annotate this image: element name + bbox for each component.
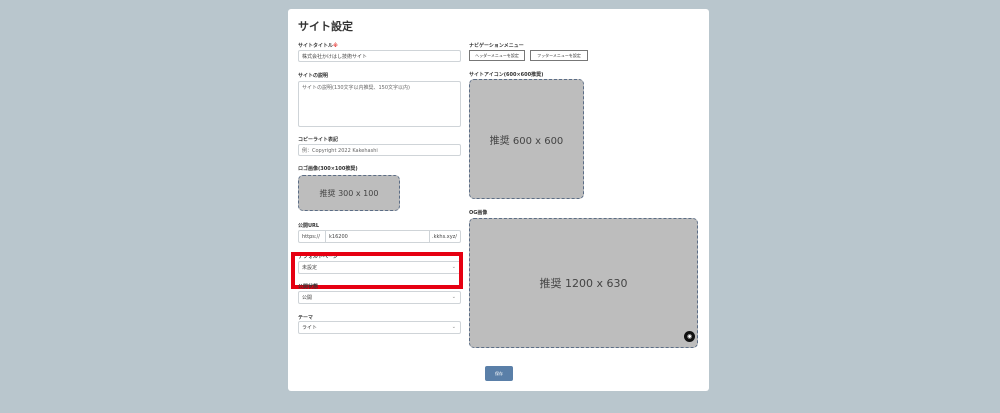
page-title: サイト設定 — [298, 20, 353, 33]
status-label: 公開状態 — [298, 284, 319, 290]
public-url-group: https:// k16200 .kkhs.xyz/ — [298, 230, 461, 243]
required-mark: ※ — [333, 43, 338, 49]
copyright-label: コピーライト表記 — [298, 137, 339, 143]
url-divider — [429, 231, 430, 242]
site-icon-label: サイトアイコン(600×600推奨) — [469, 72, 544, 78]
copyright-input[interactable]: 例：Copyright 2022 Kakehashi — [298, 144, 461, 156]
og-image-label: OG画像 — [469, 210, 488, 216]
theme-label: テーマ — [298, 315, 314, 321]
header-menu-button[interactable]: ヘッダーメニューを設定 — [469, 50, 525, 61]
camera-icon[interactable]: ◉ — [684, 331, 695, 342]
status-select[interactable]: 公開 ⌄ — [298, 291, 461, 304]
url-subdomain-input[interactable]: k16200 — [329, 234, 348, 240]
save-button[interactable]: 保存 — [485, 366, 513, 381]
theme-select[interactable]: ライト ⌄ — [298, 321, 461, 334]
chevron-down-icon: ⌄ — [451, 324, 456, 330]
description-label: サイトの説明 — [298, 73, 329, 79]
url-suffix: .kkhs.xyz/ — [432, 234, 457, 240]
logo-label: ロゴ画像(300×100推奨) — [298, 166, 358, 172]
site-icon-dropzone[interactable]: 推奨 600 x 600 — [469, 79, 584, 199]
description-textarea[interactable]: サイトの説明(130文字以内推奨、150文字以内) — [298, 81, 461, 127]
url-divider — [325, 231, 326, 242]
settings-card: サイト設定 サイトタイトル※ 株式会社かけはし技術サイト サイトの説明 サイトの… — [288, 9, 709, 391]
footer-menu-button[interactable]: フッターメニューを設定 — [530, 50, 588, 61]
nav-menu-label: ナビゲーションメニュー — [469, 43, 524, 49]
og-image-dropzone[interactable]: 推奨 1200 x 630 — [469, 218, 698, 348]
public-url-label: 公開URL — [298, 223, 320, 229]
logo-dropzone[interactable]: 推奨 300 x 100 — [298, 175, 400, 211]
site-title-label: サイトタイトル※ — [298, 43, 338, 49]
url-prefix: https:// — [302, 234, 320, 240]
site-title-input[interactable]: 株式会社かけはし技術サイト — [298, 50, 461, 62]
chevron-down-icon: ⌄ — [451, 294, 456, 300]
